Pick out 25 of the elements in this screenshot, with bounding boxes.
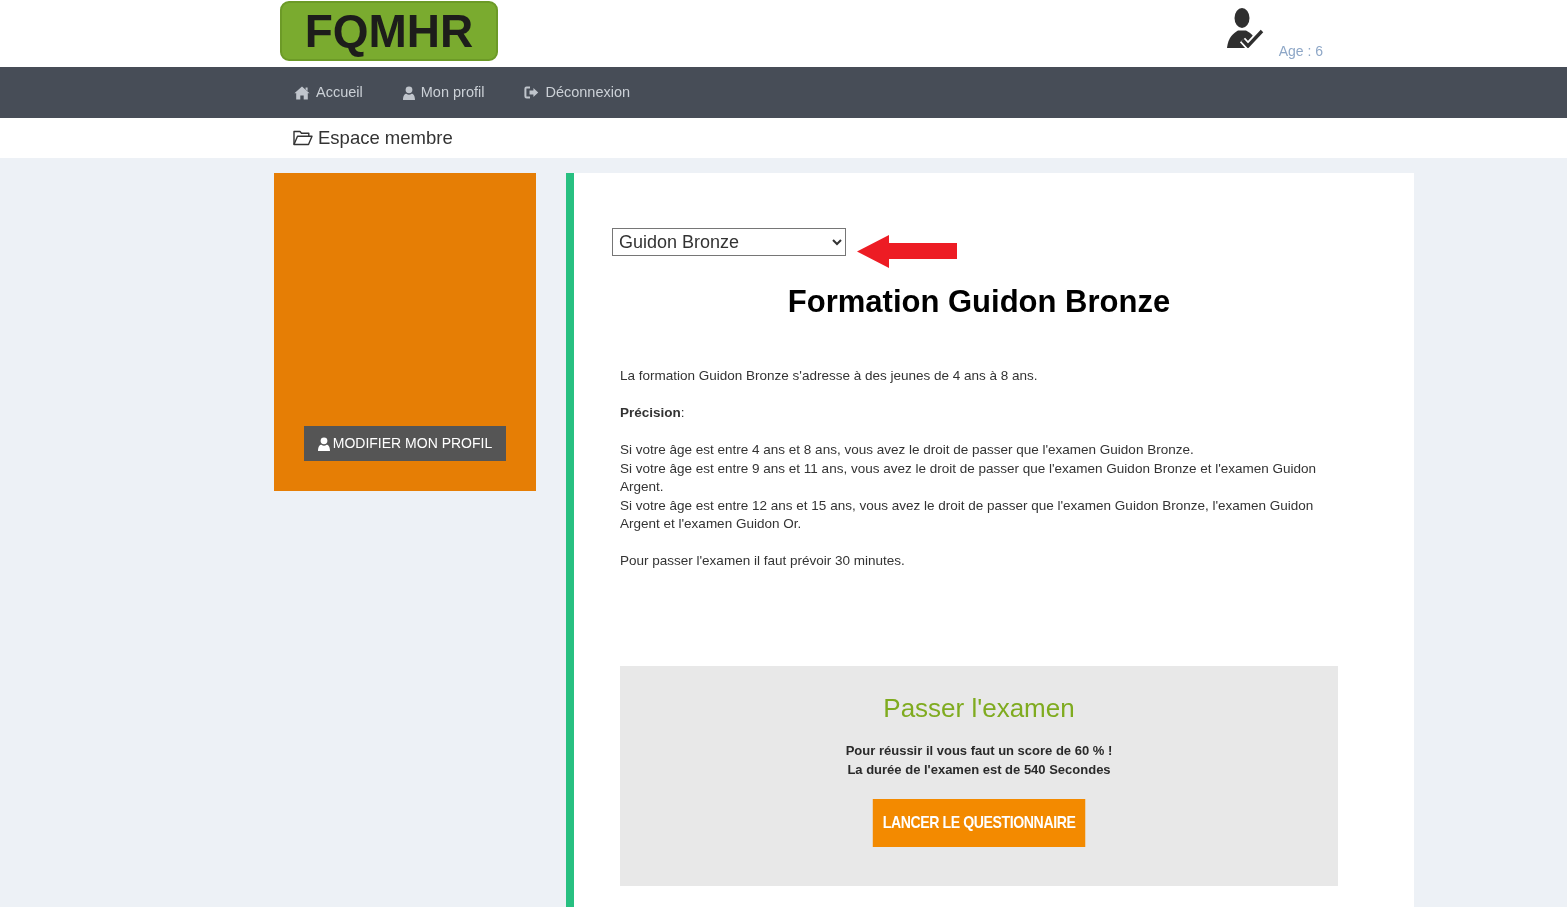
user-icon — [402, 85, 415, 100]
user-icon — [317, 436, 330, 451]
nav-link[interactable]: Mon profil — [382, 67, 505, 118]
exam-info-text: Pour réussir il vous faut un score de 60 % ! — [844, 741, 1114, 760]
age-label: Age : 6 — [1278, 43, 1323, 59]
edit-profile-button[interactable]: MODIFIER MON PROFIL — [304, 426, 506, 461]
page-heading: Espace membre — [318, 126, 453, 151]
formation-title: Formation Guidon Bronze — [786, 283, 1172, 321]
left-arrow-icon — [857, 235, 957, 268]
sign-out-icon — [524, 86, 540, 99]
home-icon — [294, 85, 310, 100]
info-text: Si votre âge est entre 12 ans et 15 ans, vous avez le droit de passer que l'examen Guidon Bronze, l'examen Guidon Argent et l'examen Guidon Or. — [620, 496, 1315, 534]
info-text: La formation Guidon Bronze s'adresse à des jeunes de 4 ans à 8 ans. — [620, 367, 1039, 386]
info-text: Pour passer l'examen il faut prévoir 30 minutes. — [620, 552, 906, 571]
nav-link[interactable]: Déconnexion — [504, 67, 651, 118]
folder-icon — [293, 130, 313, 146]
info-text: Si votre âge est entre 4 ans et 8 ans, vous avez le droit de passer que l'examen Guidon Bronze. — [620, 441, 1195, 460]
info-text: Précision: — [620, 404, 686, 423]
logo: FQMHR — [280, 1, 498, 61]
info-text: Si votre âge est entre 9 ans et 11 ans, vous avez le droit de passer que l'examen Guidon Bronze et l'examen Guidon Argent. — [620, 459, 1318, 497]
exam-info-text: La durée de l'examen est de 540 Secondes — [846, 760, 1112, 779]
nav-link[interactable]: Accueil — [274, 67, 383, 118]
exam-title: Passer l'examen — [882, 692, 1076, 724]
person-check-icon — [1225, 8, 1264, 48]
course-select[interactable]: Guidon Bronze — [612, 228, 846, 256]
